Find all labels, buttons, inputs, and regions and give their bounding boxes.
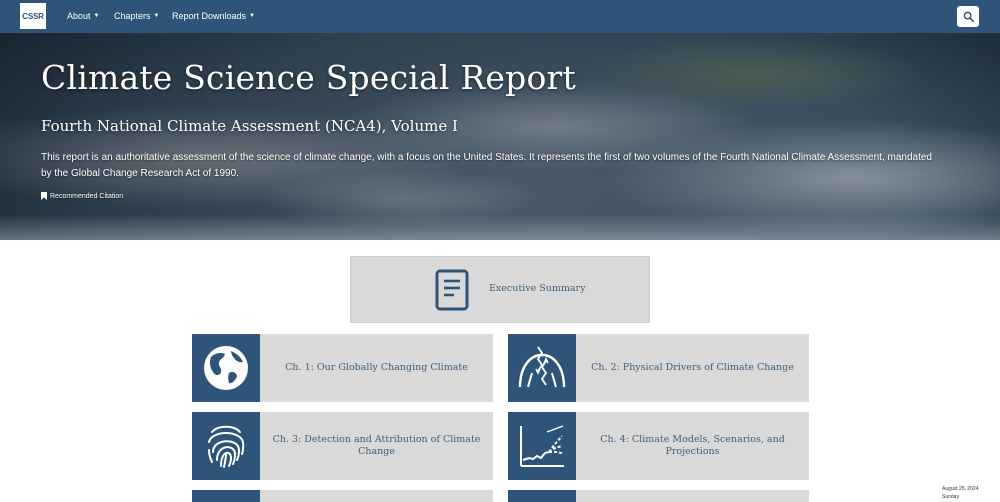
date-text: August 25, 2024 xyxy=(942,486,979,492)
nav-about[interactable]: About ▼ xyxy=(67,0,99,33)
cssr-logo[interactable]: CSSR xyxy=(20,3,46,29)
top-navbar: CSSR About ▼ Chapters ▼ Report Downloads ▼ xyxy=(0,0,1000,33)
document-icon xyxy=(435,269,469,311)
page-subtitle: Fourth National Climate Assessment (NCA4… xyxy=(41,117,458,135)
nav-report-downloads-label: Report Downloads xyxy=(172,11,247,21)
recommended-citation-label: Recommended Citation xyxy=(50,192,124,200)
chevron-down-icon: ▼ xyxy=(249,13,255,20)
nav-about-label: About xyxy=(67,11,91,21)
chapter-icon-box xyxy=(508,334,576,402)
fingerprint-icon xyxy=(208,425,245,468)
hero-banner: Climate Science Special Report Fourth Na… xyxy=(0,33,1000,240)
radiation-arc-icon xyxy=(518,346,566,388)
hero-fade xyxy=(0,214,1000,240)
chapter-icon-box xyxy=(192,334,260,402)
nav-report-downloads[interactable]: Report Downloads ▼ xyxy=(172,0,255,33)
chapter-card-2[interactable]: Ch. 2: Physical Drivers of Climate Chang… xyxy=(508,334,809,402)
bookmark-icon xyxy=(41,192,47,200)
chart-projection-icon xyxy=(520,425,564,467)
chapter-icon-box xyxy=(508,412,576,480)
chapter-label-2: Ch. 2: Physical Drivers of Climate Chang… xyxy=(591,362,794,373)
chapter-card-3[interactable]: Ch. 3: Detection and Attribution of Clim… xyxy=(192,412,493,480)
logo-text: CSSR xyxy=(22,11,44,21)
recommended-citation-link[interactable]: Recommended Citation xyxy=(41,192,123,200)
chapter-label-3: Ch. 3: Detection and Attribution of Clim… xyxy=(272,434,481,457)
date-overlay: August 25, 2024 Sunday xyxy=(938,483,1000,502)
chapter-card-partial[interactable] xyxy=(192,490,493,502)
nav-chapters-label: Chapters xyxy=(114,11,151,21)
chevron-down-icon: ▼ xyxy=(93,13,100,20)
chapter-label-1: Ch. 1: Our Globally Changing Climate xyxy=(285,362,468,373)
nav-chapters[interactable]: Chapters ▼ xyxy=(114,0,159,33)
chapter-icon-box xyxy=(192,412,260,480)
day-text: Sunday xyxy=(942,494,959,500)
chapter-icon-box xyxy=(192,490,260,502)
report-description: This report is an authoritative assessme… xyxy=(41,152,932,179)
chevron-down-icon: ▼ xyxy=(153,13,160,20)
executive-summary-card[interactable]: Executive Summary xyxy=(350,256,650,323)
executive-summary-label: Executive Summary xyxy=(489,283,586,294)
chapter-card-1[interactable]: Ch. 1: Our Globally Changing Climate xyxy=(192,334,493,402)
chapter-card-partial[interactable] xyxy=(508,490,809,502)
search-icon xyxy=(963,11,974,22)
chapter-card-4[interactable]: Ch. 4: Climate Models, Scenarios, and Pr… xyxy=(508,412,809,480)
search-button[interactable] xyxy=(957,6,979,27)
chapter-icon-box xyxy=(508,490,576,502)
chapter-label-4: Ch. 4: Climate Models, Scenarios, and Pr… xyxy=(600,434,785,457)
page-title: Climate Science Special Report xyxy=(41,58,576,97)
globe-icon xyxy=(204,346,248,390)
